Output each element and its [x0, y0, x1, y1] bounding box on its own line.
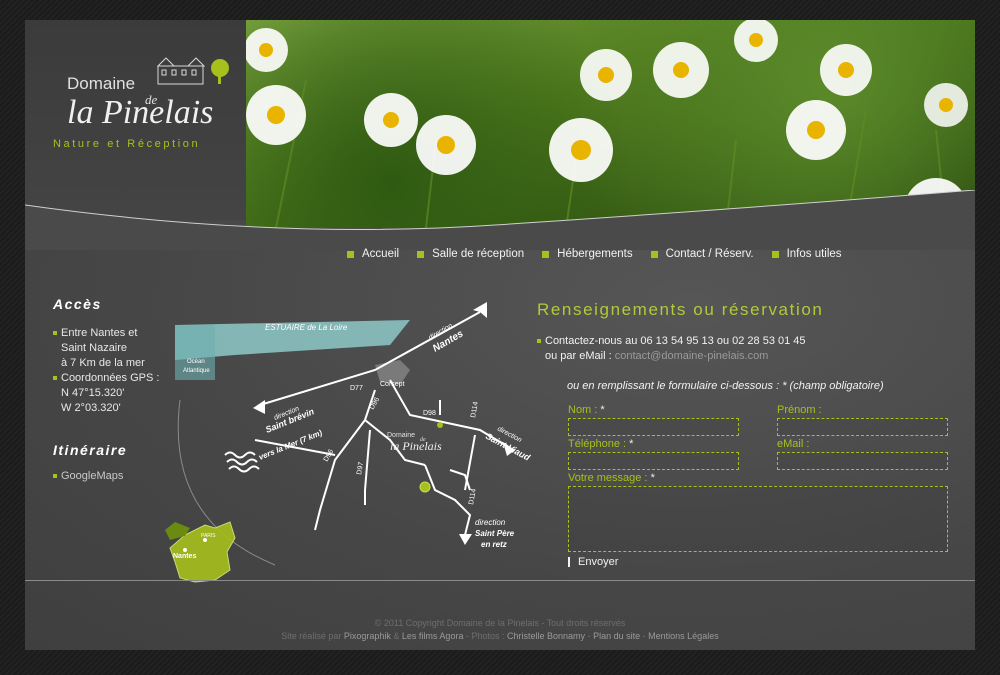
prenom-field: Prénom :	[777, 404, 948, 436]
acces-text: Saint Nazaire	[61, 342, 128, 354]
googlemaps-link[interactable]: GoogleMaps	[53, 470, 127, 482]
waves-icon	[224, 451, 260, 473]
nav-salle-reception[interactable]: Salle de réception	[417, 248, 524, 260]
arrow-pere-icon	[459, 534, 472, 545]
acces-text: à 7 Km de la mer	[61, 357, 145, 369]
nantes-dot-icon	[183, 548, 187, 552]
nav-label: Hébergements	[557, 248, 633, 260]
telephone-input[interactable]	[568, 452, 739, 470]
email-input[interactable]	[777, 452, 948, 470]
map-ocean2: Atlantique	[183, 368, 210, 374]
prenom-input[interactable]	[777, 418, 948, 436]
nav-label: Infos utiles	[786, 248, 842, 260]
message-textarea[interactable]	[568, 486, 948, 552]
nav-hebergements[interactable]: Hébergements	[542, 248, 633, 260]
photographer-link[interactable]: Christelle Bonnamy	[507, 631, 585, 641]
map-d114b: D114	[468, 488, 478, 505]
message-label: Votre message : *	[568, 472, 655, 484]
bullet-icon	[537, 339, 541, 344]
contact-email-line: ou par eMail : contact@domaine-pinelais.…	[537, 349, 957, 364]
map-domaine-logo: Domaine de la Pinelais	[387, 422, 443, 453]
bullet-icon	[771, 250, 779, 258]
contact-phone: Contactez-nous au 06 13 54 95 13 ou 02 2…	[545, 335, 806, 347]
bullet-icon	[53, 331, 57, 336]
email-label: eMail :	[777, 438, 810, 450]
footer-divider	[25, 580, 975, 581]
nav-contact[interactable]: Contact / Réserv.	[650, 248, 754, 260]
footer-copyright: © 2011 Copyright Domaine de la Pinelais …	[374, 618, 626, 628]
nom-label: Nom : *	[568, 404, 605, 416]
page-container: Domaine de la Pinelais Nature et Récepti…	[25, 20, 975, 650]
gps-north: N 47°15.320'	[61, 387, 125, 399]
send-bar-icon	[568, 557, 570, 568]
bullet-icon	[542, 250, 550, 258]
gps-west: W 2°03.320'	[61, 402, 121, 414]
bullet-icon	[53, 376, 57, 381]
telephone-label: Téléphone : *	[568, 438, 634, 450]
map-d114a: D114	[470, 401, 480, 418]
access-map: ESTUAIRE de La Loire Océan Atlantique Co…	[165, 302, 532, 583]
nav-label: Salle de réception	[432, 248, 525, 260]
nav-label: Accueil	[362, 248, 400, 260]
bullet-icon	[347, 250, 354, 258]
header-curve	[25, 190, 975, 250]
bullet-icon	[53, 474, 57, 479]
googlemaps-label: GoogleMaps	[61, 470, 124, 482]
map-d97: D97	[356, 461, 365, 475]
mentions-legales-link[interactable]: Mentions Légales	[648, 631, 719, 641]
email-field: eMail :	[777, 438, 948, 470]
site-logo[interactable]: Domaine de la Pinelais Nature et Récepti…	[53, 56, 233, 156]
map-dir-pere2: en retz	[481, 540, 507, 549]
bullet-icon	[417, 250, 425, 258]
footer-credits: Site réalisé par Pixographik & Les films…	[281, 631, 719, 641]
contact-phone-line: Contactez-nous au 06 13 54 95 13 ou 02 2…	[537, 334, 957, 349]
telephone-field: Téléphone : *	[568, 438, 739, 470]
nom-input[interactable]	[568, 418, 739, 436]
itineraire-section: Itinéraire GoogleMaps	[53, 442, 127, 482]
acces-text: Entre Nantes et	[61, 327, 138, 339]
location-marker-icon[interactable]	[419, 481, 431, 493]
france-paris: PARIS	[201, 533, 216, 539]
tree-icon	[437, 422, 443, 428]
plan-du-site-link[interactable]: Plan du site	[593, 631, 640, 641]
main-nav: Accueil Salle de réception Hébergements …	[347, 248, 860, 260]
send-button[interactable]: Envoyer	[568, 556, 618, 568]
map-dir-pere-small: direction	[475, 518, 506, 527]
castle-icon	[156, 57, 229, 85]
send-label: Envoyer	[578, 556, 619, 568]
nav-label: Contact / Réserv.	[665, 248, 754, 260]
nav-accueil[interactable]: Accueil	[347, 248, 399, 260]
form-title: Renseignements ou réservation	[537, 300, 824, 319]
films-agora-link[interactable]: Les films Agora	[402, 631, 464, 641]
map-estuaire: ESTUAIRE de La Loire	[265, 323, 348, 332]
footer: © 2011 Copyright Domaine de la Pinelais …	[25, 617, 975, 643]
map-logo-pinelais: la Pinelais	[390, 439, 442, 453]
nav-infos-utiles[interactable]: Infos utiles	[771, 248, 842, 260]
nom-field: Nom : *	[568, 404, 739, 436]
contact-email-link[interactable]: contact@domaine-pinelais.com	[615, 350, 769, 362]
prenom-label: Prénom :	[777, 404, 822, 416]
bullet-icon	[650, 250, 658, 258]
pixographik-link[interactable]: Pixographik	[344, 631, 391, 641]
map-d96a: D96	[369, 396, 382, 411]
reservation-section: Renseignements ou réservation Contactez-…	[537, 300, 957, 392]
contact-email-prefix: ou par eMail :	[545, 350, 612, 362]
message-field: Votre message : *	[568, 472, 948, 552]
arrow-brevin-icon	[253, 400, 265, 414]
itineraire-title: Itinéraire	[53, 442, 128, 458]
logo-tagline: Nature et Réception	[53, 138, 201, 150]
map-d98: D98	[423, 410, 436, 417]
map-dir-pere1: Saint Père	[475, 529, 515, 538]
map-logo-domaine: Domaine	[387, 432, 415, 439]
logo-domaine: Domaine	[67, 74, 136, 93]
france-nantes: Nantes	[173, 553, 196, 560]
map-d77: D77	[350, 385, 363, 392]
map-ocean1: Océan	[187, 359, 205, 365]
form-intro: ou en remplissant le formulaire ci-desso…	[567, 380, 884, 392]
logo-pinelais: la Pinelais	[67, 94, 214, 131]
